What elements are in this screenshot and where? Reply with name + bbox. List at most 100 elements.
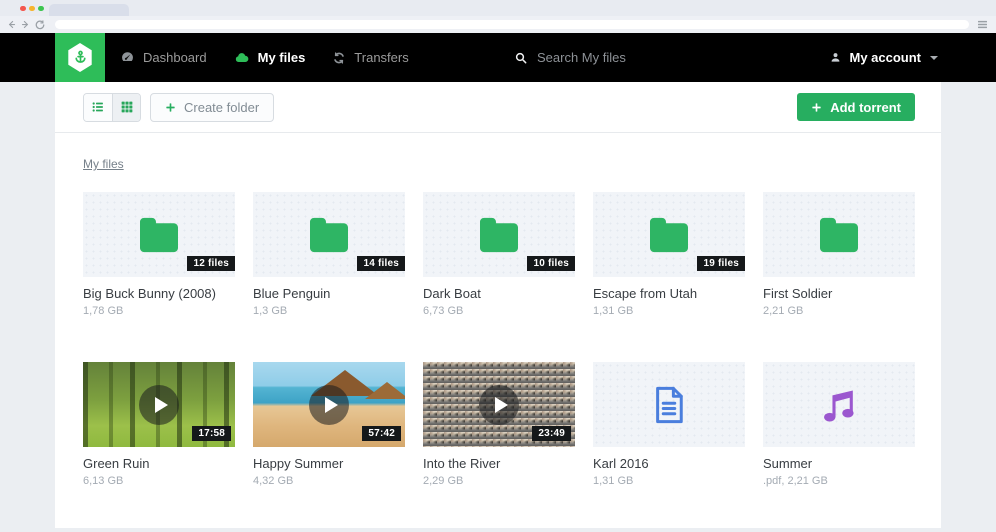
list-view-button[interactable]: [84, 94, 112, 121]
video-thumbnail[interactable]: 17:58: [83, 362, 235, 447]
create-folder-button[interactable]: Create folder: [150, 93, 274, 122]
browser-tab[interactable]: [49, 4, 129, 16]
browser-tab-strip: [0, 0, 996, 16]
view-toggle: [83, 93, 141, 122]
anchor-icon: [72, 49, 89, 66]
browser-chrome: [0, 0, 996, 33]
file-count-badge: 14 files: [357, 256, 405, 271]
chevron-down-icon: [930, 56, 938, 60]
file-count-badge: 10 files: [527, 256, 575, 271]
account-menu[interactable]: My account: [829, 33, 938, 82]
play-icon[interactable]: [139, 385, 179, 425]
file-card[interactable]: 12 files Big Buck Bunny (2008) 1,78 GB: [83, 192, 235, 317]
back-icon[interactable]: [7, 20, 16, 29]
folder-thumbnail[interactable]: 19 files: [593, 192, 745, 277]
file-card[interactable]: 19 files Escape from Utah 1,31 GB: [593, 192, 745, 317]
file-grid: 12 files Big Buck Bunny (2008) 1,78 GB 1…: [83, 192, 933, 532]
breadcrumb: My files: [83, 157, 941, 171]
file-card[interactable]: 17:58 Green Ruin 6,13 GB: [83, 362, 235, 487]
grid-view-icon: [120, 100, 134, 114]
content-panel: Create folder Add torrent My files 12 fi…: [55, 82, 941, 528]
hexagon-shape: [67, 43, 93, 72]
nav-label: Transfers: [354, 50, 408, 65]
nav-item-transfers[interactable]: Transfers: [332, 50, 408, 65]
folder-thumbnail[interactable]: 10 files: [423, 192, 575, 277]
folder-icon: [306, 216, 352, 254]
file-size: 6,13 GB: [83, 475, 235, 487]
folder-thumbnail[interactable]: 12 files: [83, 192, 235, 277]
breadcrumb-my-files-link[interactable]: My files: [83, 157, 124, 171]
file-size: 6,73 GB: [423, 305, 575, 317]
search-input[interactable]: [537, 50, 707, 65]
plus-icon: [165, 102, 176, 113]
nav-item-dashboard[interactable]: Dashboard: [120, 50, 207, 65]
file-card[interactable]: 14 files Blue Penguin 1,3 GB: [253, 192, 405, 317]
search-bar: [514, 33, 707, 82]
file-name[interactable]: Summer: [763, 456, 915, 471]
maximize-window-icon[interactable]: [38, 6, 44, 12]
browser-menu-icon[interactable]: [977, 20, 988, 29]
play-icon[interactable]: [479, 385, 519, 425]
folder-icon: [816, 216, 862, 254]
refresh-icon[interactable]: [35, 20, 45, 30]
video-thumbnail[interactable]: 57:42: [253, 362, 405, 447]
video-thumbnail[interactable]: 23:49: [423, 362, 575, 447]
file-card[interactable]: 57:42 Happy Summer 4,32 GB: [253, 362, 405, 487]
file-card[interactable]: 10 files Dark Boat 6,73 GB: [423, 192, 575, 317]
file-name[interactable]: Green Ruin: [83, 456, 235, 471]
add-torrent-button[interactable]: Add torrent: [797, 93, 915, 121]
file-card[interactable]: 23:49 Into the River 2,29 GB: [423, 362, 575, 487]
primary-nav: Dashboard My files Transfers: [120, 50, 409, 66]
file-size: 1,3 GB: [253, 305, 405, 317]
file-card[interactable]: First Soldier 2,21 GB: [763, 192, 915, 317]
file-size: 1,31 GB: [593, 475, 745, 487]
url-bar[interactable]: [55, 20, 969, 29]
file-card[interactable]: Karl 2016 1,31 GB: [593, 362, 745, 487]
folder-icon: [136, 216, 182, 254]
minimize-window-icon[interactable]: [29, 6, 35, 12]
nav-label: My files: [258, 50, 306, 65]
brand-logo[interactable]: [55, 33, 105, 85]
nav-label: Dashboard: [143, 50, 207, 65]
files-toolbar: Create folder Add torrent: [55, 82, 941, 133]
file-name[interactable]: First Soldier: [763, 286, 915, 301]
file-name[interactable]: Blue Penguin: [253, 286, 405, 301]
file-size: .pdf, 2,21 GB: [763, 475, 915, 487]
grid-view-button[interactable]: [112, 94, 140, 121]
file-size: 1,31 GB: [593, 305, 745, 317]
plus-icon: [811, 102, 822, 113]
gauge-icon: [120, 50, 135, 65]
account-label: My account: [849, 50, 921, 65]
browser-toolbar: [0, 16, 996, 33]
window-controls[interactable]: [20, 6, 44, 12]
duration-badge: 57:42: [362, 426, 401, 441]
file-name[interactable]: Big Buck Bunny (2008): [83, 286, 235, 301]
document-icon: [648, 384, 690, 426]
search-icon: [514, 51, 528, 65]
list-view-icon: [91, 100, 105, 114]
nav-item-my-files[interactable]: My files: [234, 50, 306, 66]
forward-icon[interactable]: [21, 20, 30, 29]
file-name[interactable]: Dark Boat: [423, 286, 575, 301]
file-name[interactable]: Karl 2016: [593, 456, 745, 471]
document-thumbnail[interactable]: [593, 362, 745, 447]
person-icon: [829, 51, 842, 64]
file-count-badge: 12 files: [187, 256, 235, 271]
file-name[interactable]: Escape from Utah: [593, 286, 745, 301]
file-size: 2,21 GB: [763, 305, 915, 317]
file-card[interactable]: Summer .pdf, 2,21 GB: [763, 362, 915, 487]
app-navbar: Dashboard My files Transfers: [0, 33, 996, 82]
file-size: 2,29 GB: [423, 475, 575, 487]
create-folder-label: Create folder: [184, 100, 259, 115]
close-window-icon[interactable]: [20, 6, 26, 12]
music-thumbnail[interactable]: [763, 362, 915, 447]
folder-thumbnail[interactable]: 14 files: [253, 192, 405, 277]
file-name[interactable]: Into the River: [423, 456, 575, 471]
folder-thumbnail[interactable]: [763, 192, 915, 277]
duration-badge: 23:49: [532, 426, 571, 441]
page-background: Create folder Add torrent My files 12 fi…: [0, 82, 996, 528]
file-name[interactable]: Happy Summer: [253, 456, 405, 471]
cloud-icon: [234, 50, 250, 66]
folder-icon: [476, 216, 522, 254]
play-icon[interactable]: [309, 385, 349, 425]
